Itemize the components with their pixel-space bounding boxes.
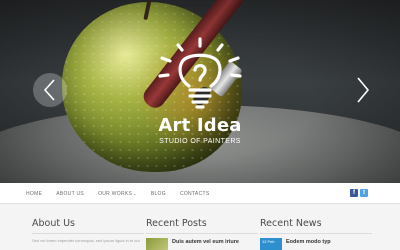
slider-next-button[interactable] — [346, 73, 380, 107]
nav-item-our-works[interactable]: OUR WORKS⌄ — [98, 191, 137, 197]
nav-item-label: BLOG — [150, 190, 166, 197]
recent-news-heading: Recent News — [260, 218, 372, 234]
footer-columns: About Us Sed vel lorem imperdiet consequ… — [0, 204, 400, 250]
list-item: Duis autem vel eum iriure — [146, 238, 258, 250]
recent-posts-heading: Recent Posts — [146, 218, 258, 234]
hero-title: Art Idea — [158, 115, 242, 136]
twitter-icon[interactable]: t — [360, 189, 368, 197]
recent-news-column: Recent News 12 Feb Eodem modo typ — [260, 218, 372, 250]
chevron-right-icon — [357, 77, 370, 103]
list-item: 12 Feb Eodem modo typ — [260, 238, 372, 250]
nav-item-label: CONTACTS — [179, 190, 210, 197]
nav-item-label: HOME — [26, 190, 43, 197]
nav-item-about-us[interactable]: ABOUT US — [56, 191, 84, 197]
nav-item-home[interactable]: HOME — [26, 191, 42, 197]
hero-slider: Art Idea STUDIO OF PAINTERS — [0, 0, 400, 183]
about-us-text: Sed vel lorem imperdiet consequat, sed i… — [32, 238, 140, 243]
nav-menu: HOME ABOUT US OUR WORKS⌄ BLOG CONTACTS — [26, 183, 223, 204]
nav-item-blog[interactable]: BLOG — [151, 191, 166, 197]
facebook-icon[interactable]: f — [350, 189, 358, 197]
chevron-left-icon — [43, 79, 55, 101]
about-us-body: Sed vel lorem imperdiet consequat, sed i… — [32, 238, 144, 244]
about-us-heading: About Us — [32, 218, 144, 234]
nav-item-label: ABOUT US — [56, 190, 85, 197]
news-title-link[interactable]: Eodem modo typ — [286, 239, 331, 245]
post-title-link[interactable]: Duis autem vel eum iriure — [172, 239, 239, 245]
post-thumbnail[interactable] — [146, 238, 168, 250]
lightbulb-icon — [158, 37, 242, 109]
main-navigation: HOME ABOUT US OUR WORKS⌄ BLOG CONTACTS f… — [0, 183, 400, 204]
slider-prev-button[interactable] — [33, 73, 67, 107]
nav-item-contacts[interactable]: CONTACTS — [180, 191, 210, 197]
chevron-down-icon: ⌄ — [133, 190, 137, 196]
news-date-badge: 12 Feb — [260, 238, 282, 250]
social-links: f t — [350, 189, 368, 197]
about-us-column: About Us Sed vel lorem imperdiet consequ… — [32, 218, 144, 244]
hero-subtitle: STUDIO OF PAINTERS — [159, 138, 241, 145]
nav-item-label: OUR WORKS — [98, 190, 133, 197]
recent-posts-column: Recent Posts Duis autem vel eum iriure — [146, 218, 258, 250]
